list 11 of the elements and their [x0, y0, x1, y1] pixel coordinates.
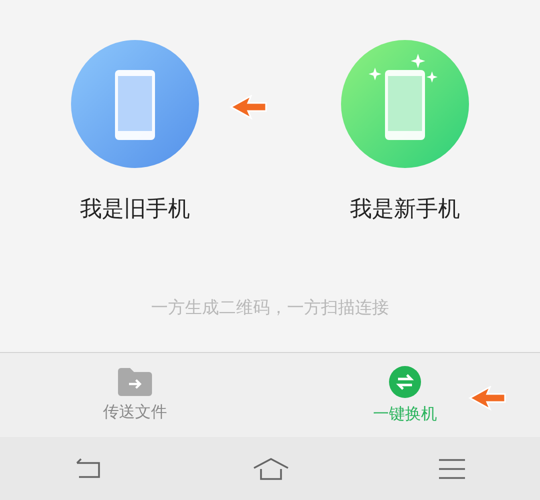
folder-icon: [118, 368, 152, 396]
tab[interactable]: 传送文件: [0, 353, 270, 437]
swap-icon: [389, 366, 421, 398]
option-label: 我是新手机: [350, 196, 460, 224]
tab[interactable]: 一键换机: [270, 353, 540, 437]
home-icon[interactable]: [253, 456, 289, 480]
option-label: 我是旧手机: [80, 196, 190, 224]
hint-text: 一方生成二维码，一方扫描连接: [151, 297, 389, 319]
menu-icon[interactable]: [439, 458, 465, 480]
back-icon[interactable]: [75, 458, 103, 480]
old-phone-icon[interactable]: [71, 40, 199, 168]
